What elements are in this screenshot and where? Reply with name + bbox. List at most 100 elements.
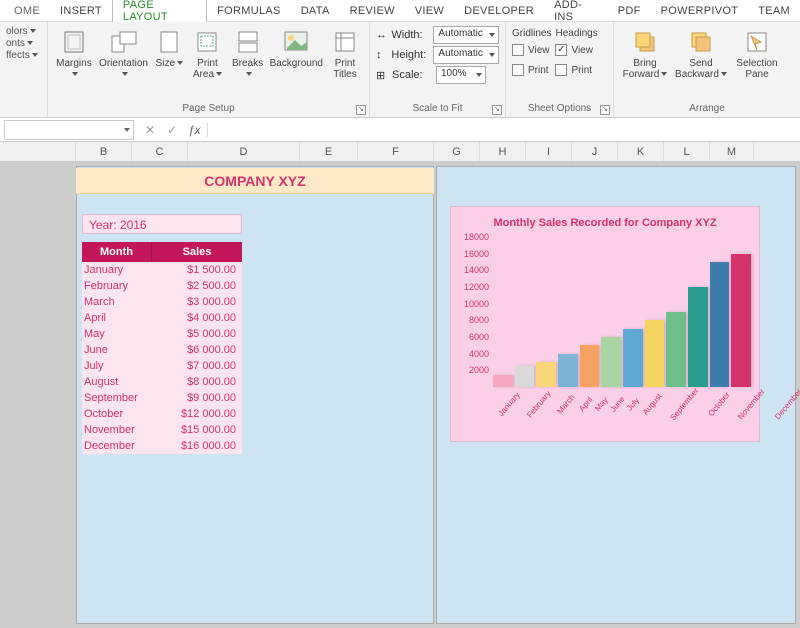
headings-view-check[interactable] [555,44,567,56]
themes-fonts[interactable]: onts [6,38,33,49]
cell-month: September [82,390,152,406]
scale-input[interactable]: 100% [436,66,486,84]
headings-print-check[interactable] [555,64,567,76]
page-setup-launcher[interactable]: ↘ [356,105,366,115]
cell-sales: $7 000.00 [152,358,242,374]
table-row[interactable]: March$3 000.00 [82,294,242,310]
table-row[interactable]: November$15 000.00 [82,422,242,438]
table-row[interactable]: February$2 500.00 [82,278,242,294]
table-row[interactable]: July$7 000.00 [82,358,242,374]
tab-developer[interactable]: DEVELOPER [454,1,544,21]
ytick: 4000 [469,349,489,359]
view-label2: View [571,45,593,56]
tab-pdf[interactable]: PDF [608,1,651,21]
fx-icon[interactable]: ƒx [188,123,208,137]
sheet-options-launcher[interactable]: ↘ [600,105,610,115]
table-row[interactable]: December$16 000.00 [82,438,242,454]
col-header-I[interactable]: I [526,142,572,161]
cell-month: December [82,438,152,454]
col-header-B[interactable]: B [76,142,132,161]
cell-sales: $5 000.00 [152,326,242,342]
col-header-M[interactable]: M [710,142,754,161]
table-row[interactable]: September$9 000.00 [82,390,242,406]
height-select[interactable]: Automatic [433,46,499,64]
bar [493,375,513,388]
tab-review[interactable]: REVIEW [340,1,405,21]
tab-data[interactable]: DATA [291,1,340,21]
cell-sales: $15 000.00 [152,422,242,438]
width-select[interactable]: Automatic [433,26,499,44]
cell-sales: $8 000.00 [152,374,242,390]
table-row[interactable]: May$5 000.00 [82,326,242,342]
margins-button[interactable]: Margins [54,26,94,82]
tab-powerpivot[interactable]: POWERPIVOT [651,1,749,21]
col-header-J[interactable]: J [572,142,618,161]
company-title: COMPANY XYZ [76,168,434,194]
gridlines-view-check[interactable] [512,44,524,56]
sales-chart[interactable]: Monthly Sales Recorded for Company XYZ 2… [450,206,760,442]
themes-effects[interactable]: ffects [6,50,38,61]
scale-launcher[interactable]: ↘ [492,105,502,115]
col-header-D[interactable]: D [188,142,300,161]
table-row[interactable]: October$12 000.00 [82,406,242,422]
ytick: 12000 [464,282,489,292]
tab-ome[interactable]: OME [4,1,50,21]
table-row[interactable]: January$1 500.00 [82,262,242,278]
chart-plot: 2000400060008000100001200014000160001800… [457,237,755,387]
enter-icon[interactable]: ✓ [164,123,180,137]
group-arrange: Bring Forward Send Backward Selection Pa… [614,22,800,117]
col-header-C[interactable]: C [132,142,188,161]
orientation-button[interactable]: Orientation [98,26,149,82]
group-page-setup: Margins Orientation Size Print Area Brea… [48,22,370,117]
group-themes: olors onts ffects [0,22,48,117]
cell-month: January [82,262,152,278]
col-header-E[interactable]: E [300,142,358,161]
ytick: 2000 [469,365,489,375]
cell-sales: $12 000.00 [152,406,242,422]
table-row[interactable]: June$6 000.00 [82,342,242,358]
sales-table: Month Sales January$1 500.00February$2 5… [82,242,242,454]
cell-sales: $6 000.00 [152,342,242,358]
print-area-button[interactable]: Print Area [189,26,225,82]
ytick: 10000 [464,299,489,309]
background-button[interactable]: Background [270,26,323,71]
group-label-scale: Scale to Fit [376,101,499,115]
tab-formulas[interactable]: FORMULAS [207,1,291,21]
cell-month: November [82,422,152,438]
print-titles-button[interactable]: Print Titles [327,26,363,82]
cell-month: February [82,278,152,294]
col-header-F[interactable]: F [358,142,434,161]
table-row[interactable]: August$8 000.00 [82,374,242,390]
print-label: Print [528,65,549,76]
bar [558,354,578,387]
send-backward-button[interactable]: Send Backward [674,26,728,82]
selection-pane-button[interactable]: Selection Pane [732,26,782,82]
col-header-L[interactable]: L [664,142,710,161]
col-header-G[interactable]: G [434,142,480,161]
bring-forward-button[interactable]: Bring Forward [620,26,670,82]
col-header-H[interactable]: H [480,142,526,161]
tab-team[interactable]: Team [748,1,800,21]
cancel-icon[interactable]: ✕ [142,123,158,137]
year-cell[interactable]: Year: 2016 [82,214,242,234]
bar [536,362,556,387]
group-label-page-setup: Page Setup [54,101,363,115]
worksheet-area[interactable]: COMPANY XYZ Year: 2016 Month Sales Janua… [0,162,800,628]
size-button[interactable]: Size [153,26,185,71]
column-headers: BCDEFGHIJKLM [0,142,800,162]
bar [688,287,708,387]
themes-colors[interactable]: olors [6,26,36,37]
width-label: Width: [391,29,429,41]
col-header-K[interactable]: K [618,142,664,161]
tab-insert[interactable]: INSERT [50,1,112,21]
gridlines-print-check[interactable] [512,64,524,76]
tab-view[interactable]: VIEW [405,1,454,21]
ytick: 8000 [469,315,489,325]
cell-sales: $1 500.00 [152,262,242,278]
table-row[interactable]: April$4 000.00 [82,310,242,326]
cell-sales: $4 000.00 [152,310,242,326]
name-box[interactable] [4,120,134,140]
height-label: Height: [391,49,429,61]
cell-month: October [82,406,152,422]
breaks-button[interactable]: Breaks [230,26,266,82]
